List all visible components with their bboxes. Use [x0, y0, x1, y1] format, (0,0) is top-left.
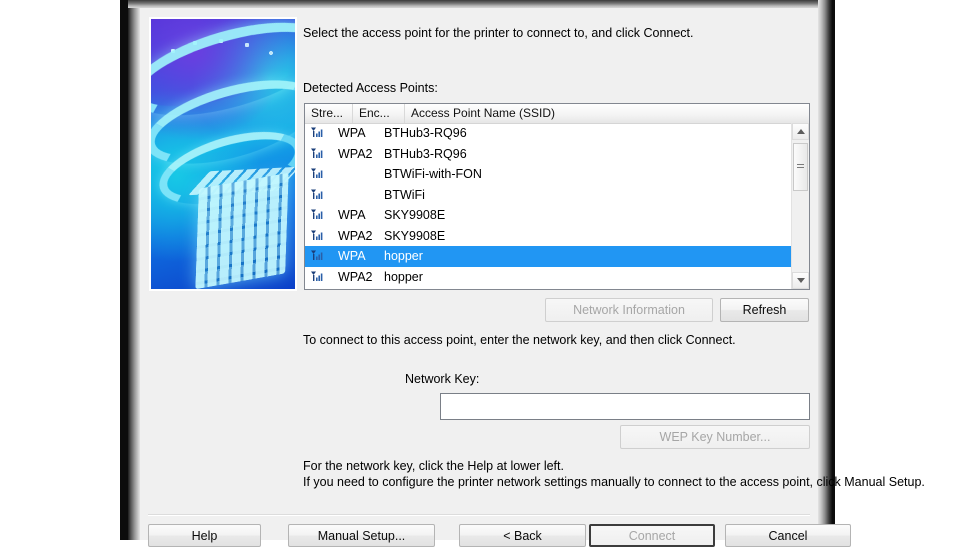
row-encryption: WPA2: [338, 269, 373, 284]
table-row[interactable]: BTWiFi: [305, 185, 792, 206]
row-ssid: SKY9908E: [384, 228, 446, 243]
row-encryption: WPA: [338, 249, 366, 264]
table-row[interactable]: WPA BTHub3-RQ96: [305, 123, 792, 144]
column-header-ssid[interactable]: Access Point Name (SSID): [405, 104, 809, 123]
access-point-list[interactable]: Stre... Enc... Access Point Name (SSID) …: [304, 103, 810, 290]
network-key-input[interactable]: [440, 393, 810, 420]
row-encryption: WPA: [338, 208, 366, 223]
instruction-top: Select the access point for the printer …: [303, 26, 694, 40]
table-row[interactable]: WPA hopper: [305, 246, 792, 267]
table-row[interactable]: WPA SKY9908E: [305, 205, 792, 226]
row-ssid: BTHub3-RQ96: [384, 126, 467, 141]
instruction-bottom: For the network key, click the Help at l…: [303, 459, 925, 489]
instruction-middle: To connect to this access point, enter t…: [303, 333, 736, 347]
signal-strength-icon: [307, 249, 332, 263]
manual-setup-button[interactable]: Manual Setup...: [288, 524, 435, 547]
column-header-strength[interactable]: Stre...: [305, 104, 353, 123]
list-vertical-scrollbar[interactable]: [791, 123, 809, 289]
column-header-encryption[interactable]: Enc...: [353, 104, 405, 123]
refresh-button[interactable]: Refresh: [720, 298, 809, 322]
scroll-down-arrow-icon[interactable]: [792, 272, 809, 289]
row-ssid: SKY9908E: [384, 208, 446, 223]
row-ssid: BTHub3-RQ96: [384, 146, 467, 161]
scrollbar-grip-icon: [797, 164, 804, 170]
table-row[interactable]: BTWiFi-with-FON: [305, 164, 792, 185]
row-encryption: WPA2: [338, 146, 373, 161]
table-row[interactable]: WPA2 hopper: [305, 267, 792, 288]
row-encryption: WPA: [338, 126, 366, 141]
table-row[interactable]: WPA2 BTHub3-RQ96: [305, 144, 792, 165]
row-ssid: BTWiFi: [384, 187, 425, 202]
signal-strength-icon: [307, 270, 332, 284]
wireless-setup-dialog: Select the access point for the printer …: [140, 8, 925, 547]
network-information-button[interactable]: Network Information: [545, 298, 713, 322]
signal-strength-icon: [307, 229, 332, 243]
signal-strength-icon: [307, 167, 332, 181]
scrollbar-thumb[interactable]: [793, 143, 808, 191]
connect-button[interactable]: Connect: [589, 524, 715, 547]
signal-strength-icon: [307, 147, 332, 161]
window-titlebar-edge: [128, 0, 830, 8]
detected-access-points-label: Detected Access Points:: [303, 81, 438, 95]
wep-key-number-button[interactable]: WEP Key Number...: [620, 425, 810, 449]
wireless-network-illustration: [151, 19, 295, 289]
signal-strength-icon: [307, 126, 332, 140]
signal-strength-icon: [307, 208, 332, 222]
help-button[interactable]: Help: [148, 524, 261, 547]
row-encryption: WPA2: [338, 228, 373, 243]
row-ssid: hopper: [384, 269, 423, 284]
network-key-label: Network Key:: [405, 372, 480, 386]
signal-strength-icon: [307, 188, 332, 202]
list-header-row: Stre... Enc... Access Point Name (SSID): [305, 104, 809, 124]
table-row[interactable]: WPA2 SKY9908E: [305, 226, 792, 247]
screenshot-root: Select the access point for the printer …: [0, 0, 960, 547]
list-rows-container: WPA BTHub3-RQ96 WPA2 BTHub3-RQ96 BTWiFi-with…: [305, 123, 792, 289]
row-ssid: hopper: [384, 249, 423, 264]
illustration-frame: [149, 17, 297, 291]
cube-cluster-icon: [195, 172, 289, 289]
scroll-up-arrow-icon[interactable]: [792, 123, 809, 140]
footer-divider: [148, 514, 810, 516]
back-button[interactable]: < Back: [459, 524, 586, 547]
cancel-button[interactable]: Cancel: [725, 524, 851, 547]
row-ssid: BTWiFi-with-FON: [384, 167, 482, 182]
